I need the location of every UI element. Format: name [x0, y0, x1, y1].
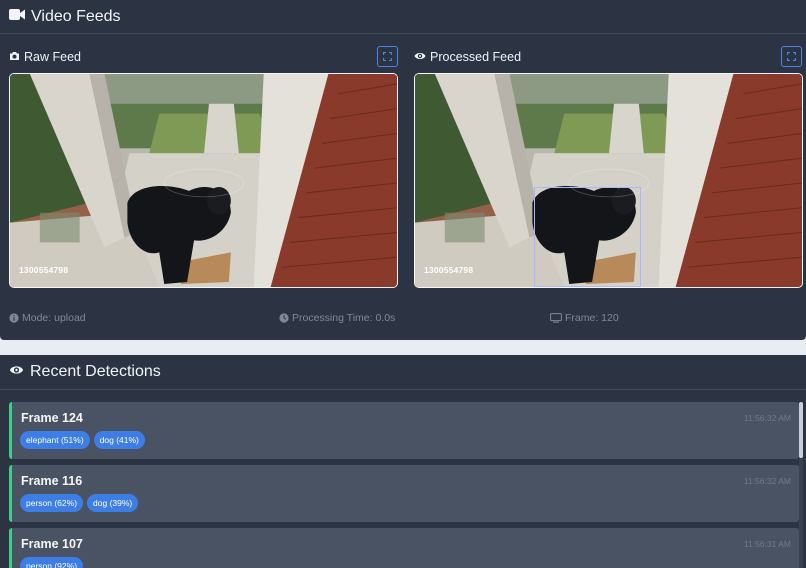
- raw-feed: Raw Feed 1300554798: [9, 44, 400, 288]
- detection-tag: elephant (51%): [20, 431, 90, 449]
- frame-status: Frame: 120: [550, 312, 619, 324]
- clock-icon: [279, 313, 289, 323]
- detections-list[interactable]: Frame 124 11:56:32 AM elephant (51%) dog…: [9, 402, 799, 568]
- detection-time: 11:56:31 AM: [743, 539, 791, 549]
- processed-video-frame[interactable]: 1300554798: [414, 73, 803, 288]
- video-feeds-header: Video Feeds: [0, 0, 806, 34]
- detection-time: 11:56:32 AM: [743, 476, 791, 486]
- video-camera-icon: [9, 8, 25, 26]
- detection-tags: elephant (51%) dog (41%): [20, 431, 149, 449]
- detection-tag: dog (39%): [87, 494, 139, 512]
- processed-feed: Processed Feed 1300554798: [414, 44, 806, 288]
- eye-icon: [414, 48, 426, 66]
- detection-item[interactable]: Frame 107 11:56:31 AM person (92%): [9, 528, 799, 568]
- detections-scrollbar[interactable]: [799, 402, 803, 568]
- video-feeds-panel: Video Feeds Raw Feed 1300554798 Processe…: [0, 0, 806, 340]
- detection-item[interactable]: Frame 116 11:56:32 AM person (62%) dog (…: [9, 465, 799, 522]
- detection-tag: dog (41%): [93, 431, 145, 449]
- raw-feed-fullscreen-button[interactable]: [377, 46, 398, 67]
- raw-camera-id: 1300554798: [19, 265, 69, 275]
- detections-scroll-thumb[interactable]: [799, 402, 803, 458]
- processed-feed-title: Processed Feed: [430, 50, 522, 64]
- recent-detections-title: Recent Detections: [30, 363, 161, 380]
- raw-feed-header: Raw Feed: [9, 44, 400, 70]
- processing-time-text: Processing Time: 0.0s: [292, 312, 396, 324]
- processed-feed-header: Processed Feed: [414, 44, 806, 70]
- detection-tag: person (92%): [20, 557, 84, 568]
- eye-icon: [9, 363, 24, 381]
- mode-status: Mode: upload: [9, 312, 86, 324]
- expand-icon: [787, 52, 796, 61]
- processing-time-status: Processing Time: 0.0s: [279, 312, 395, 324]
- detection-frame: Frame 124: [21, 411, 83, 425]
- detection-tags: person (92%): [20, 557, 87, 568]
- detection-time: 11:56:32 AM: [743, 413, 791, 423]
- detection-tags: person (62%) dog (39%): [20, 494, 142, 512]
- mode-text: Mode: upload: [22, 312, 86, 324]
- recent-detections-panel: Recent Detections Frame 124 11:56:32 AM …: [0, 355, 806, 568]
- detection-frame: Frame 107: [21, 537, 83, 551]
- raw-feed-title: Raw Feed: [24, 50, 81, 64]
- video-feeds-title: Video Feeds: [31, 7, 121, 25]
- processed-camera-id: 1300554798: [424, 265, 474, 275]
- info-icon: [9, 313, 19, 323]
- detection-frame: Frame 116: [21, 474, 83, 488]
- detection-bounding-box: [534, 187, 641, 287]
- raw-video-frame[interactable]: 1300554798: [9, 73, 398, 288]
- monitor-icon: [550, 313, 562, 323]
- camera-icon: [9, 48, 20, 66]
- frame-text: Frame: 120: [565, 312, 619, 324]
- detection-item[interactable]: Frame 124 11:56:32 AM elephant (51%) dog…: [9, 402, 799, 459]
- detection-tag: person (62%): [20, 494, 84, 512]
- expand-icon: [383, 52, 392, 61]
- feed-status-row: Mode: upload Processing Time: 0.0s Frame…: [9, 312, 806, 326]
- recent-detections-header: Recent Detections: [0, 355, 806, 390]
- processed-feed-fullscreen-button[interactable]: [781, 46, 802, 67]
- porch-scene-image: [10, 74, 397, 287]
